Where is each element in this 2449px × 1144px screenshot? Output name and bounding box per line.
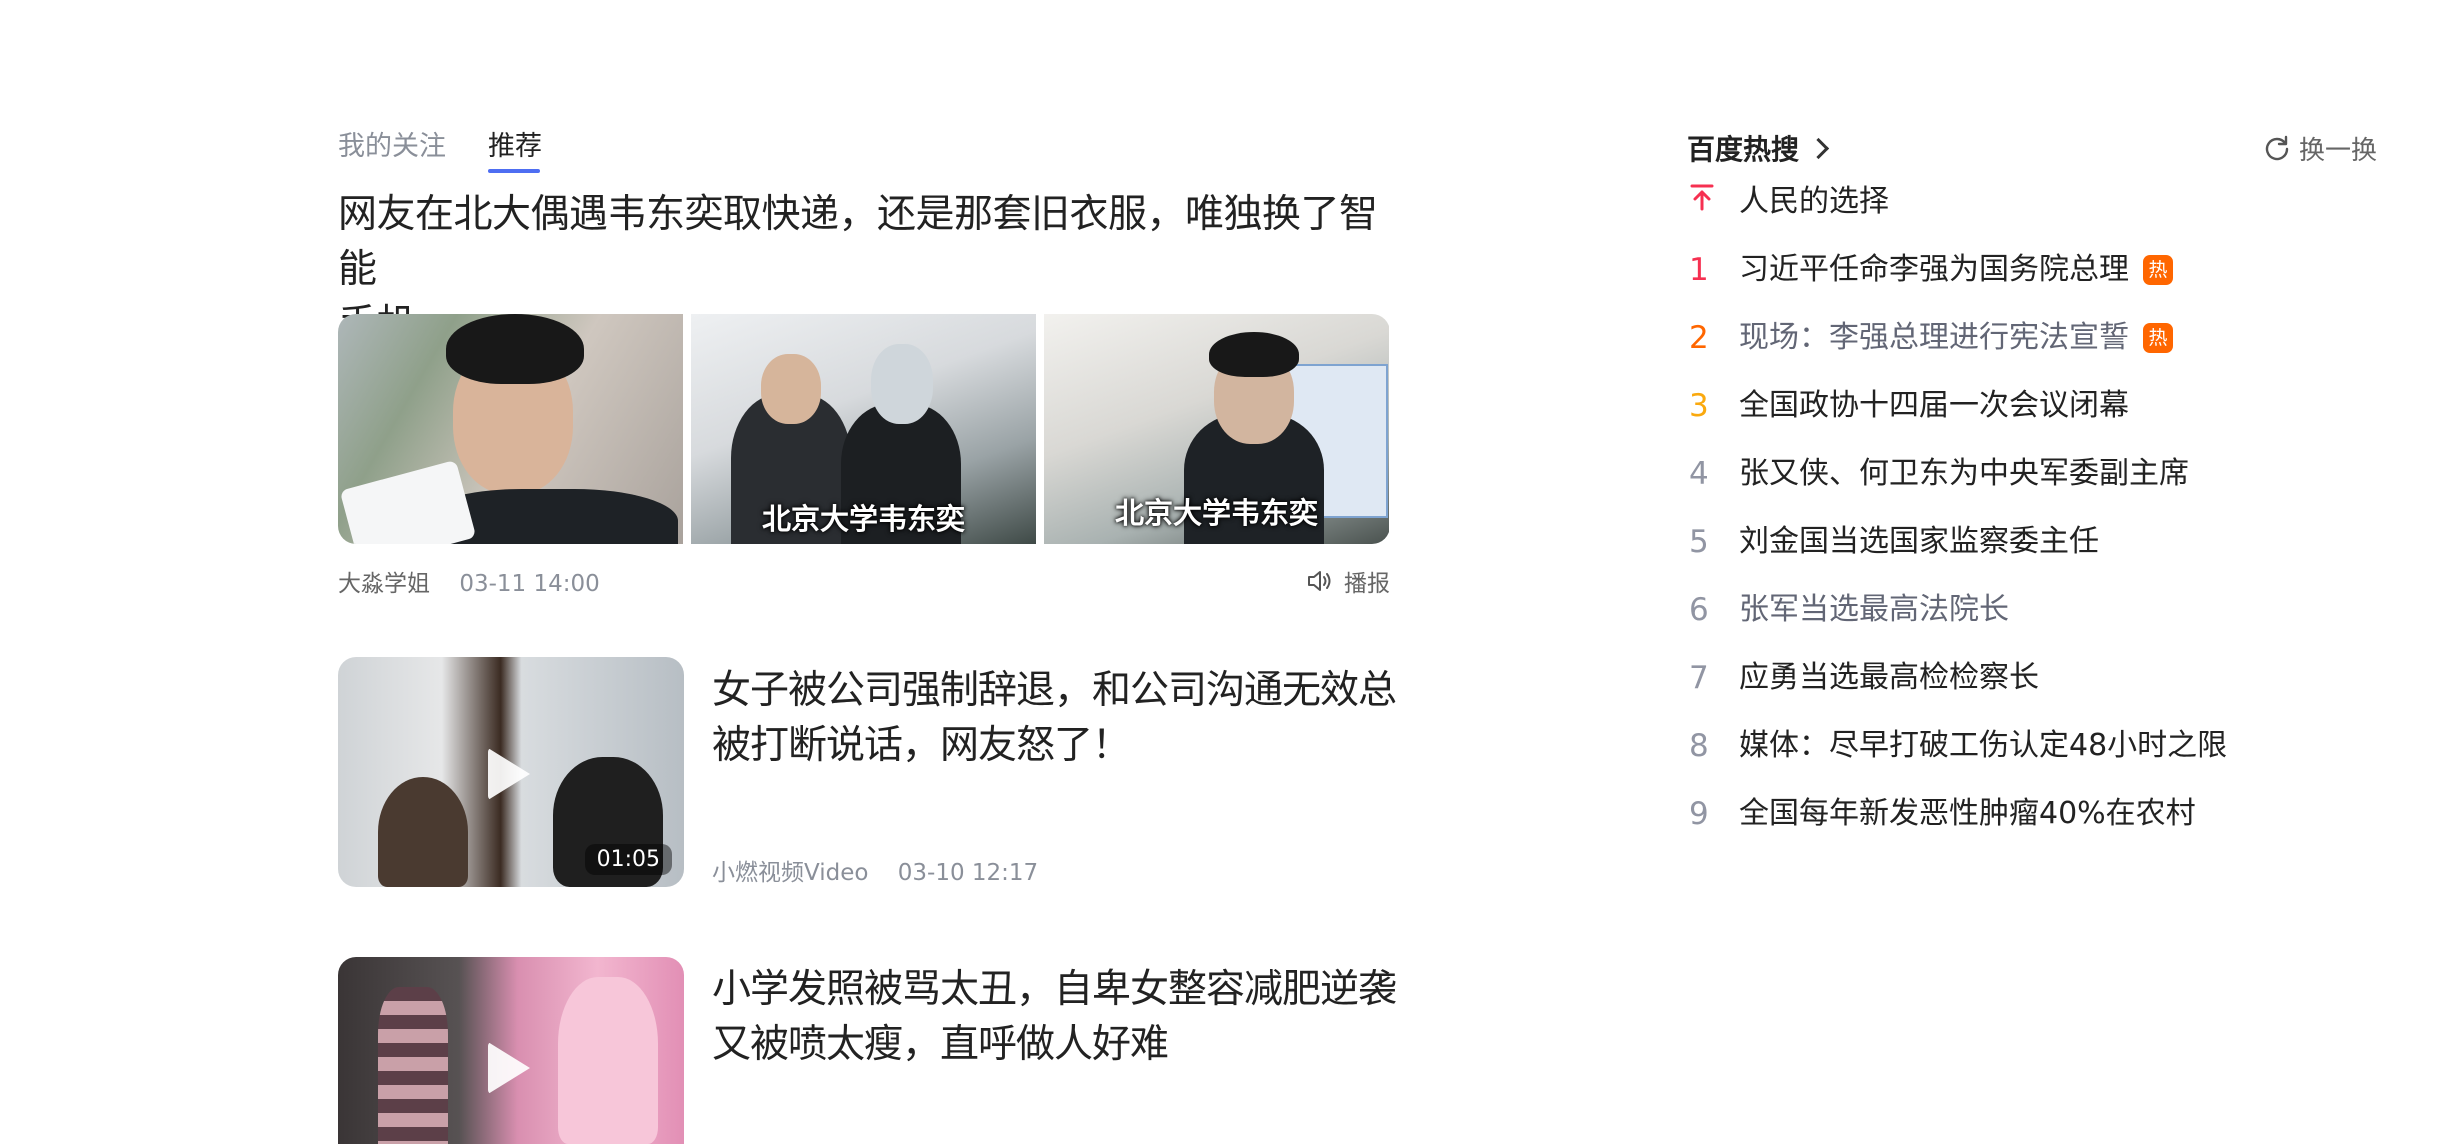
- hot-item[interactable]: 9 全国每年新发恶性肿瘤40%在农村: [1687, 790, 2196, 838]
- article-author[interactable]: 大淼学姐: [338, 571, 430, 597]
- hot-item-text[interactable]: 媒体：尽早打破工伤认定48小时之限: [1739, 722, 2227, 770]
- hot-item[interactable]: 4 张又侠、何卫东为中央军委副主席: [1687, 450, 2189, 498]
- hot-item-text[interactable]: 应勇当选最高检检察长: [1739, 654, 2039, 702]
- hot-rank: 8: [1689, 728, 1709, 764]
- hot-item[interactable]: 7 应勇当选最高检检察长: [1687, 654, 2039, 702]
- broadcast-button[interactable]: 播报: [1306, 564, 1390, 598]
- article-time: 03-10 12:17: [897, 860, 1039, 886]
- hot-rank: 3: [1689, 388, 1709, 424]
- hot-rank: 1: [1689, 252, 1709, 288]
- hot-item-text[interactable]: 刘金国当选国家监察委主任: [1739, 518, 2099, 566]
- hot-rank: 5: [1689, 524, 1709, 560]
- hot-rank: 4: [1689, 456, 1709, 492]
- active-tab-indicator: [488, 169, 540, 173]
- hot-rank: 9: [1689, 796, 1709, 832]
- video-duration: 01:05: [584, 844, 672, 875]
- tab-recommend[interactable]: 推荐: [488, 124, 542, 163]
- article-title-line2[interactable]: 又被喷太瘦，直呼做人好难: [712, 1022, 1169, 1067]
- tab-my-follow[interactable]: 我的关注: [338, 124, 446, 163]
- broadcast-label: 播报: [1344, 571, 1390, 597]
- chevron-right-icon[interactable]: [1807, 137, 1830, 159]
- article-title-line2[interactable]: 被打断说话，网友怒了！: [712, 723, 1131, 768]
- refresh-label: 换一换: [2299, 135, 2378, 166]
- speaker-icon: [1308, 571, 1331, 591]
- hot-item[interactable]: 2 现场：李强总理进行宪法宣誓 热: [1687, 314, 2173, 362]
- hot-item-text[interactable]: 人民的选择: [1739, 178, 1889, 226]
- person-face: [871, 344, 933, 424]
- hot-search-title-text[interactable]: 百度热搜: [1687, 128, 1799, 168]
- play-icon[interactable]: [488, 1042, 530, 1094]
- hot-item-text[interactable]: 现场：李强总理进行宪法宣誓: [1739, 314, 2129, 362]
- person-face: [761, 354, 821, 424]
- image-caption: 北京大学韦东奕: [761, 502, 965, 536]
- pin-top-icon: [1690, 184, 1714, 211]
- hot-rank: 2: [1689, 320, 1709, 356]
- hot-badge: 热: [2143, 255, 2173, 285]
- hot-item[interactable]: 3 全国政协十四届一次会议闭幕: [1687, 382, 2129, 430]
- thumbnail-figure: [558, 977, 658, 1144]
- article-author[interactable]: 小燃视频Video: [712, 860, 868, 886]
- person-hair: [446, 314, 584, 384]
- hot-search-title[interactable]: 百度热搜: [1687, 128, 1830, 168]
- hot-item[interactable]: 8 媒体：尽早打破工伤认定48小时之限: [1687, 722, 2227, 770]
- hot-item[interactable]: 1 习近平任命李强为国务院总理 热: [1687, 246, 2173, 294]
- person-hair: [1209, 332, 1299, 377]
- hot-item-text[interactable]: 张军当选最高法院长: [1739, 586, 2009, 634]
- article-meta: 大淼学姐 03-11 14:00: [338, 564, 600, 598]
- hot-badge: 热: [2143, 323, 2173, 353]
- hot-item[interactable]: 6 张军当选最高法院长: [1687, 586, 2009, 634]
- article-title-line1[interactable]: 网友在北大偶遇韦东奕取快递，还是那套旧衣服，唯独换了智能: [338, 192, 1378, 292]
- refresh-icon: [2265, 135, 2289, 161]
- play-icon[interactable]: [488, 748, 530, 800]
- video-thumbnail[interactable]: 01:05: [338, 657, 684, 887]
- thumbnail-figure: [378, 777, 468, 887]
- refresh-button[interactable]: 换一换: [2263, 128, 2377, 168]
- video-thumbnail[interactable]: [338, 957, 684, 1144]
- article-image-3[interactable]: 北京大学韦东奕: [1044, 314, 1389, 544]
- paper-sheet: [339, 459, 477, 544]
- hot-item[interactable]: 5 刘金国当选国家监察委主任: [1687, 518, 2099, 566]
- article-title-line1[interactable]: 小学发照被骂太丑，自卑女整容减肥逆袭: [712, 967, 1397, 1012]
- article-meta: 小燃视频Video 03-10 12:17: [712, 853, 1038, 887]
- hot-rank: 6: [1689, 592, 1709, 628]
- hot-item-text[interactable]: 全国每年新发恶性肿瘤40%在农村: [1739, 790, 2196, 838]
- article-image-gallery[interactable]: 北京大学韦东奕 北京大学韦东奕: [338, 314, 1390, 544]
- pinned-rank: [1687, 178, 1739, 226]
- article-title-line1[interactable]: 女子被公司强制辞退，和公司沟通无效总: [712, 668, 1397, 713]
- article-image-2[interactable]: 北京大学韦东奕: [691, 314, 1036, 544]
- article-image-1[interactable]: [338, 314, 683, 544]
- hot-rank: 7: [1689, 660, 1709, 696]
- hot-item-text[interactable]: 张又侠、何卫东为中央军委副主席: [1739, 450, 2189, 498]
- article-title[interactable]: 小学发照被骂太丑，自卑女整容减肥逆袭 又被喷太瘦，直呼做人好难: [712, 962, 1412, 1072]
- thumbnail-figure: [378, 987, 448, 1144]
- article-time: 03-11 14:00: [459, 571, 600, 597]
- article-title[interactable]: 女子被公司强制辞退，和公司沟通无效总 被打断说话，网友怒了！: [712, 663, 1412, 773]
- hot-item-pinned[interactable]: 人民的选择: [1687, 178, 1889, 226]
- image-caption: 北京大学韦东奕: [1114, 496, 1318, 530]
- hot-item-text[interactable]: 全国政协十四届一次会议闭幕: [1739, 382, 2129, 430]
- hot-item-text[interactable]: 习近平任命李强为国务院总理: [1739, 246, 2129, 294]
